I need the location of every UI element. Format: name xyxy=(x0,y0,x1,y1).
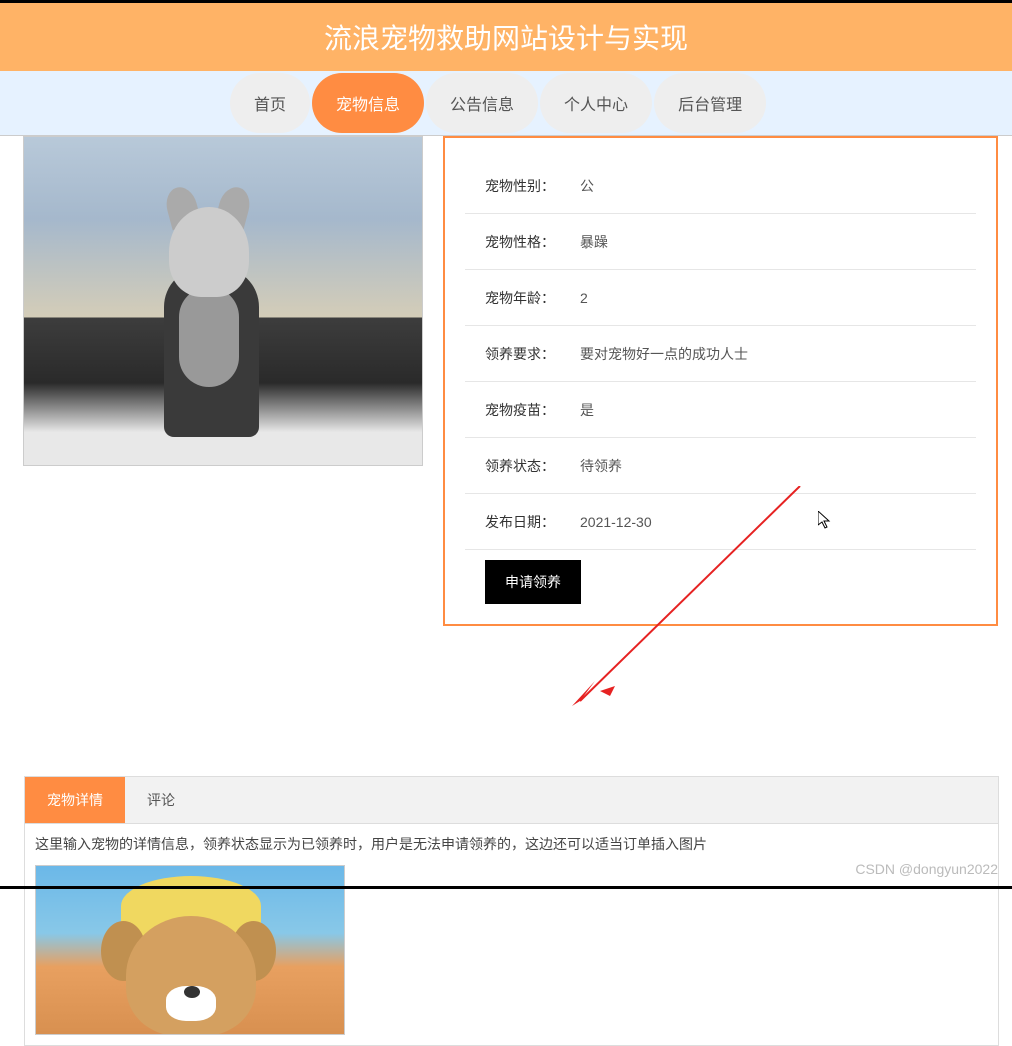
field-value: 公 xyxy=(580,176,594,196)
watermark: CSDN @dongyun2022 xyxy=(855,861,998,877)
field-label: 发布日期： xyxy=(485,512,580,532)
field-vaccine: 宠物疫苗： 是 xyxy=(465,382,976,438)
pet-image xyxy=(23,136,423,466)
field-label: 领养状态： xyxy=(485,456,580,476)
detail-tabs-panel: 宠物详情 评论 这里输入宠物的详情信息，领养状态显示为已领养时，用户是无法申请领… xyxy=(24,776,999,1046)
field-date: 发布日期： 2021-12-30 xyxy=(465,494,976,550)
header: 流浪宠物救助网站设计与实现 xyxy=(0,3,1012,71)
tab-content: 这里输入宠物的详情信息，领养状态显示为已领养时，用户是无法申请领养的，这边还可以… xyxy=(25,824,998,1045)
field-gender: 宠物性别： 公 xyxy=(465,158,976,214)
field-age: 宠物年龄： 2 xyxy=(465,270,976,326)
field-status: 领养状态： 待领养 xyxy=(465,438,976,494)
field-character: 宠物性格： 暴躁 xyxy=(465,214,976,270)
nav-user-center[interactable]: 个人中心 xyxy=(540,73,652,133)
site-title: 流浪宠物救助网站设计与实现 xyxy=(324,17,688,57)
field-value: 是 xyxy=(580,400,594,420)
field-label: 宠物疫苗： xyxy=(485,400,580,420)
field-label: 宠物性别： xyxy=(485,176,580,196)
nav-admin[interactable]: 后台管理 xyxy=(654,73,766,133)
detail-description: 这里输入宠物的详情信息，领养状态显示为已领养时，用户是无法申请领养的，这边还可以… xyxy=(35,834,988,862)
apply-adoption-button[interactable]: 申请领养 xyxy=(485,560,581,604)
tab-comments[interactable]: 评论 xyxy=(125,777,197,823)
field-value: 暴躁 xyxy=(580,232,608,252)
main-nav: 首页 宠物信息 公告信息 个人中心 后台管理 xyxy=(0,71,1012,136)
field-label: 领养要求： xyxy=(485,344,580,364)
field-label: 宠物年龄： xyxy=(485,288,580,308)
pet-details-panel: 宠物性别： 公 宠物性格： 暴躁 宠物年龄： 2 领养要求： 要对宠物好一点的成… xyxy=(443,136,998,626)
tab-pet-detail[interactable]: 宠物详情 xyxy=(25,777,125,823)
field-value: 2 xyxy=(580,290,588,306)
detail-image xyxy=(35,865,345,1035)
field-requirement: 领养要求： 要对宠物好一点的成功人士 xyxy=(465,326,976,382)
nav-home[interactable]: 首页 xyxy=(230,73,310,133)
nav-pet-info[interactable]: 宠物信息 xyxy=(312,73,424,133)
nav-announcements[interactable]: 公告信息 xyxy=(426,73,538,133)
field-value: 2021-12-30 xyxy=(580,514,652,530)
field-value: 要对宠物好一点的成功人士 xyxy=(580,344,748,364)
tab-row: 宠物详情 评论 xyxy=(25,777,998,824)
field-label: 宠物性格： xyxy=(485,232,580,252)
field-value: 待领养 xyxy=(580,456,622,476)
